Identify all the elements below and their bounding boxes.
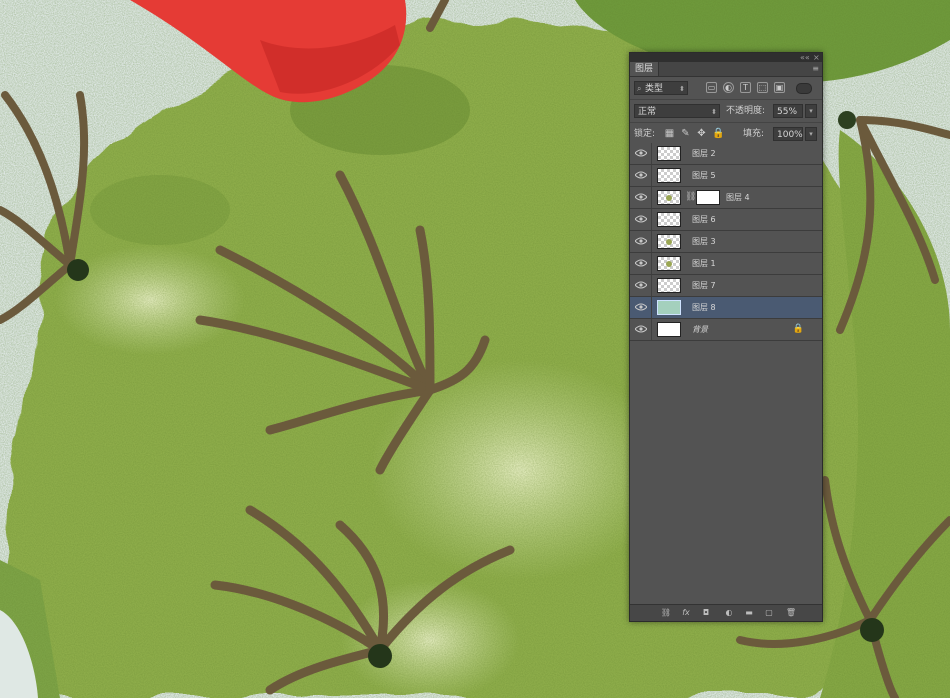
layer-thumbnail xyxy=(657,168,681,183)
opacity-dropdown[interactable]: ▾ xyxy=(805,104,817,118)
opacity-label: 不透明度: xyxy=(726,106,766,116)
layer-thumbnail xyxy=(657,322,681,337)
lock-transparent-icon[interactable]: ▦ xyxy=(664,128,675,139)
layer-name[interactable]: 背景 xyxy=(692,319,708,340)
link-layers-icon[interactable]: ⛓ xyxy=(660,607,672,619)
areole-dot xyxy=(67,259,89,281)
panel-menu-icon[interactable]: ≡ xyxy=(812,62,819,76)
eye-icon[interactable] xyxy=(635,149,647,157)
chain-link-icon[interactable]: ⛓ xyxy=(685,191,696,204)
new-layer-icon[interactable]: ▢ xyxy=(763,607,775,619)
filter-kind-select[interactable]: ⌕ 类型 ⬍ xyxy=(634,81,688,95)
fill-dropdown[interactable]: ▾ xyxy=(805,127,817,141)
eye-icon[interactable] xyxy=(635,237,647,245)
lock-all-icon[interactable]: 🔒 xyxy=(712,128,724,139)
panel-titlebar[interactable]: «« × xyxy=(630,53,822,62)
layer-name[interactable]: 图层 1 xyxy=(692,253,716,274)
eye-icon[interactable] xyxy=(635,171,647,179)
chevron-updown-icon: ⬍ xyxy=(711,108,717,116)
chevron-updown-icon: ⬍ xyxy=(679,85,685,93)
blend-row: 正常 ⬍ 不透明度: 55% ▾ xyxy=(630,100,822,123)
panel-footer: ⛓ fx ◘ ◐ ▬ ▢ 🗑 xyxy=(630,604,822,621)
layer-thumbnail xyxy=(657,256,681,271)
fill-input[interactable]: 100% xyxy=(773,127,803,141)
layer-name[interactable]: 图层 8 xyxy=(692,297,716,318)
fill-label: 填充: xyxy=(743,129,765,139)
areole-dot xyxy=(860,618,884,642)
layer-row[interactable]: 图层 3 xyxy=(630,231,822,253)
eye-icon[interactable] xyxy=(635,193,647,201)
close-icon[interactable]: × xyxy=(813,53,820,62)
layer-row[interactable]: ⛓ 图层 4 xyxy=(630,187,822,209)
search-icon: ⌕ xyxy=(637,84,642,93)
layer-list: 图层 2 图层 5 ⛓ 图层 4 图层 6 图层 3 图层 1 图层 7 图层 … xyxy=(630,143,822,341)
layer-row[interactable]: 图层 2 xyxy=(630,143,822,165)
shape-filter-icon[interactable]: ⬚ xyxy=(757,82,768,93)
eye-icon[interactable] xyxy=(635,259,647,267)
fx-icon[interactable]: fx xyxy=(680,607,692,619)
layer-row-background[interactable]: 背景 🔒 xyxy=(630,319,822,341)
layer-name[interactable]: 图层 2 xyxy=(692,143,716,164)
eye-icon[interactable] xyxy=(635,325,647,333)
layer-thumbnail xyxy=(657,300,681,315)
layer-row[interactable]: 图层 7 xyxy=(630,275,822,297)
opacity-input[interactable]: 55% xyxy=(773,104,803,118)
new-group-icon[interactable]: ▬ xyxy=(743,607,755,619)
layer-name[interactable]: 图层 3 xyxy=(692,231,716,252)
filter-row: ⌕ 类型 ⬍ ▭ ◐ T ⬚ ▣ xyxy=(630,77,822,100)
image-filter-icon[interactable]: ▭ xyxy=(706,82,717,93)
layer-thumbnail xyxy=(657,234,681,249)
adjustment-layer-icon[interactable]: ◐ xyxy=(723,607,735,619)
blend-mode-label: 正常 xyxy=(638,107,657,117)
tab-layers[interactable]: 图层 xyxy=(630,62,659,76)
layer-row[interactable]: 图层 1 xyxy=(630,253,822,275)
eye-icon[interactable] xyxy=(635,303,647,311)
filter-toggle[interactable] xyxy=(796,83,812,94)
layer-thumbnail xyxy=(657,190,681,205)
text-filter-icon[interactable]: T xyxy=(740,82,751,93)
areole-dot xyxy=(838,111,856,129)
layer-thumbnail xyxy=(657,146,681,161)
layer-name[interactable]: 图层 7 xyxy=(692,275,716,296)
lock-icon[interactable]: 🔒 xyxy=(793,324,804,334)
lock-position-icon[interactable]: ✥ xyxy=(696,128,707,139)
panel-tabbar: 图层 ≡ xyxy=(630,62,822,77)
layer-name[interactable]: 图层 5 xyxy=(692,165,716,186)
layers-panel: «« × 图层 ≡ ⌕ 类型 ⬍ ▭ ◐ T ⬚ ▣ 正常 ⬍ 不透明度: 55… xyxy=(629,52,823,622)
trash-icon[interactable]: 🗑 xyxy=(785,607,797,619)
lock-label: 锁定: xyxy=(634,129,656,139)
adjustment-filter-icon[interactable]: ◐ xyxy=(723,82,734,93)
blend-mode-select[interactable]: 正常 ⬍ xyxy=(634,104,720,118)
layer-row-selected[interactable]: 图层 8 xyxy=(630,297,822,319)
lock-image-icon[interactable]: ✎ xyxy=(680,128,691,139)
layer-thumbnail xyxy=(657,278,681,293)
smart-object-filter-icon[interactable]: ▣ xyxy=(774,82,785,93)
layer-row[interactable]: 图层 5 xyxy=(630,165,822,187)
eye-icon[interactable] xyxy=(635,215,647,223)
layer-name[interactable]: 图层 4 xyxy=(726,187,750,208)
filter-kind-label: 类型 xyxy=(645,84,664,94)
eye-icon[interactable] xyxy=(635,281,647,289)
add-mask-icon[interactable]: ◘ xyxy=(700,607,712,619)
layer-mask-thumbnail[interactable] xyxy=(696,190,720,205)
layer-name[interactable]: 图层 6 xyxy=(692,209,716,230)
areole-dot xyxy=(368,644,392,668)
layer-row[interactable]: 图层 6 xyxy=(630,209,822,231)
layer-thumbnail xyxy=(657,212,681,227)
collapse-icon[interactable]: «« xyxy=(800,53,810,62)
